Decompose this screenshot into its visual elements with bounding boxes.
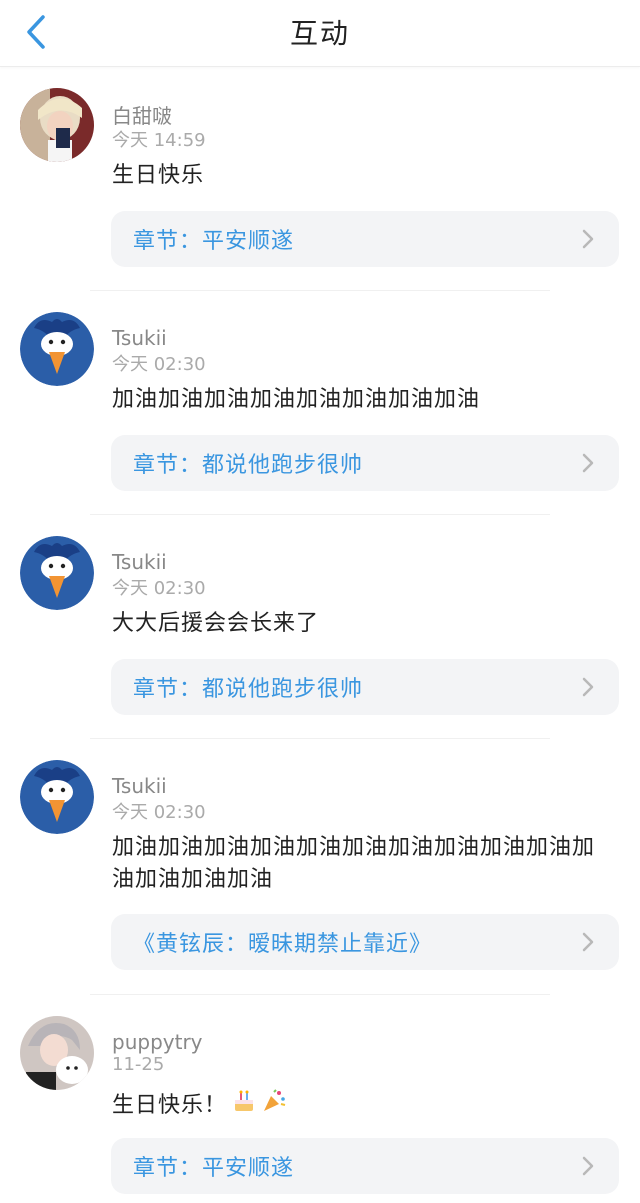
divider xyxy=(90,514,550,515)
chapter-label: 章节：都说他跑步很帅 xyxy=(133,677,364,702)
avatar[interactable] xyxy=(20,536,94,610)
page-title: 互动 xyxy=(289,17,350,50)
comment-text: 大大后援会会长来了 xyxy=(112,611,320,636)
chapter-label: 《黄铉辰：暧昧期禁止靠近》 xyxy=(133,932,433,957)
comment-text-main: 生日快乐！ xyxy=(112,1093,228,1118)
chevron-right-icon xyxy=(582,1156,594,1176)
chapter-link[interactable]: 章节：都说他跑步很帅 xyxy=(111,659,619,715)
username[interactable]: puppytry xyxy=(112,1030,203,1054)
username[interactable]: Tsukii xyxy=(112,550,167,574)
divider xyxy=(90,994,550,995)
chapter-link[interactable]: 章节：平安顺遂 xyxy=(111,211,619,267)
chevron-right-icon xyxy=(582,453,594,473)
chapter-link[interactable]: 章节：都说他跑步很帅 xyxy=(111,435,619,491)
avatar[interactable] xyxy=(20,88,94,162)
chapter-label: 章节：平安顺遂 xyxy=(133,229,295,254)
avatar[interactable] xyxy=(20,1016,94,1090)
comment-text: 加油加油加油加油加油加油加油加油加油加油加油加油加油加油 xyxy=(112,835,596,892)
cake-emoji xyxy=(231,1088,257,1124)
chapter-label: 章节：都说他跑步很帅 xyxy=(133,453,364,478)
username[interactable]: 白甜啵 xyxy=(112,100,172,129)
timestamp: 今天 02:30 xyxy=(112,354,206,375)
comment-text: 生日快乐！ xyxy=(112,1088,612,1124)
username[interactable]: Tsukii xyxy=(112,774,167,798)
chapter-label: 章节：平安顺遂 xyxy=(133,1156,295,1181)
party-popper-emoji xyxy=(261,1088,287,1124)
avatar[interactable] xyxy=(20,760,94,834)
top-bar: 互动 xyxy=(0,0,640,67)
chevron-right-icon xyxy=(582,932,594,952)
username[interactable]: Tsukii xyxy=(112,326,167,350)
comment-text: 加油加油加油加油加油加油加油加油 xyxy=(112,387,481,412)
timestamp: 今天 02:30 xyxy=(112,802,206,823)
avatar[interactable] xyxy=(20,312,94,386)
divider xyxy=(90,290,550,291)
chevron-right-icon xyxy=(582,677,594,697)
timestamp: 11-25 xyxy=(112,1054,165,1075)
chapter-link[interactable]: 《黄铉辰：暧昧期禁止靠近》 xyxy=(111,914,619,970)
comment-text: 生日快乐 xyxy=(112,163,205,188)
chapter-link[interactable]: 章节：平安顺遂 xyxy=(111,1138,619,1194)
timestamp: 今天 14:59 xyxy=(112,130,206,151)
divider xyxy=(90,738,550,739)
chevron-right-icon xyxy=(582,229,594,249)
timestamp: 今天 02:30 xyxy=(112,578,206,599)
